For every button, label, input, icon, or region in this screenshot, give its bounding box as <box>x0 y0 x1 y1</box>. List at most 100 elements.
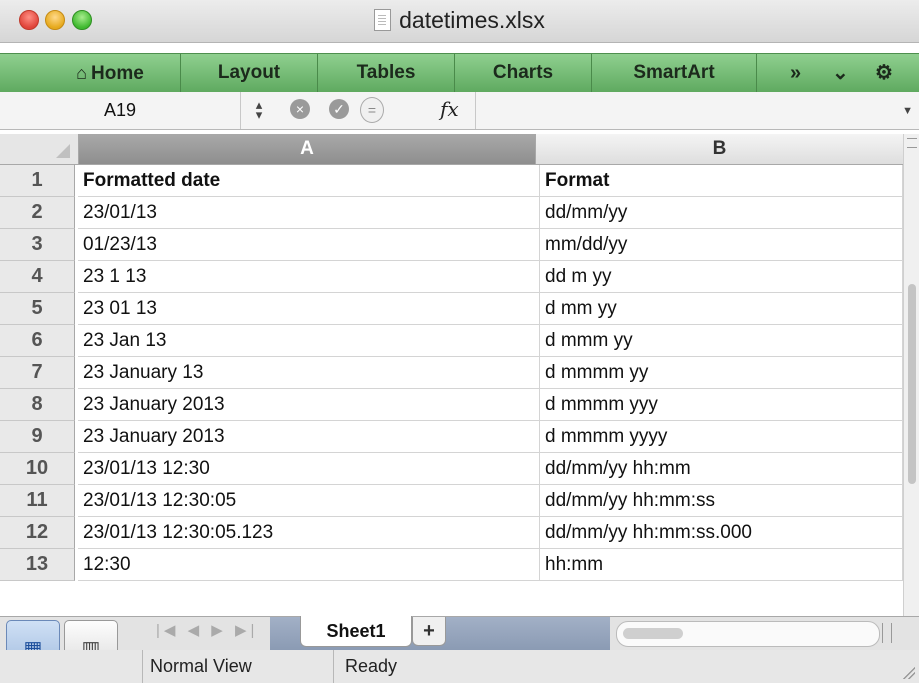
cell-b[interactable]: dd/mm/yy hh:mm:ss <box>540 485 903 517</box>
cell-a[interactable]: 23 Jan 13 <box>78 325 540 357</box>
cell-b[interactable]: d mmm yy <box>540 325 903 357</box>
cell-b[interactable]: dd/mm/yy <box>540 197 903 229</box>
ribbon-tabs: ⌂ Home Layout Tables Charts SmartArt » ⌄ … <box>0 53 919 93</box>
tab-charts-label: Charts <box>492 62 554 83</box>
cell-b[interactable]: dd/mm/yy hh:mm <box>540 453 903 485</box>
cell-b[interactable]: d mmmm yy <box>540 357 903 389</box>
more-tabs-icon: » <box>790 62 802 84</box>
row-header[interactable]: 8 <box>0 389 75 421</box>
table-row: 12 23/01/13 12:30:05.123 dd/mm/yy hh:mm:ss… <box>0 517 903 549</box>
cell-a[interactable]: 23 January 2013 <box>78 421 540 453</box>
tab-smartart[interactable]: SmartArt <box>592 54 757 92</box>
row-header[interactable]: 9 <box>0 421 75 453</box>
chevron-down-icon: ⌄ <box>832 62 849 84</box>
fx-icon[interactable]: fx <box>440 97 459 121</box>
column-header-a[interactable]: A <box>79 134 536 165</box>
status-view-mode: Normal View <box>150 656 252 676</box>
formula-input[interactable] <box>482 92 902 129</box>
split-handle-icon[interactable] <box>907 138 917 148</box>
cell-a[interactable]: 23/01/13 12:30:05 <box>78 485 540 517</box>
table-row: 9 23 January 2013 d mmmm yyyy <box>0 421 903 453</box>
window-title: datetimes.xlsx <box>0 7 919 34</box>
select-all-corner[interactable] <box>0 134 79 165</box>
tab-charts[interactable]: Charts <box>455 54 592 92</box>
row-header[interactable]: 10 <box>0 453 75 485</box>
row-header[interactable]: 4 <box>0 261 75 293</box>
cell-a[interactable]: 12:30 <box>78 549 540 581</box>
table-row: 5 23 01 13 d mm yy <box>0 293 903 325</box>
tab-home[interactable]: ⌂ Home <box>40 54 181 92</box>
cell-a[interactable]: 23/01/13 12:30 <box>78 453 540 485</box>
row-header[interactable]: 7 <box>0 357 75 389</box>
status-bar: Normal View Ready <box>0 650 919 683</box>
tab-tables[interactable]: Tables <box>318 54 455 92</box>
table-row: 1 Formatted date Format <box>0 165 903 197</box>
name-box[interactable]: A19 <box>0 92 241 129</box>
cell-b[interactable]: Format <box>540 165 903 197</box>
status-state: Ready <box>345 656 398 676</box>
table-row: 3 01/23/13 mm/dd/yy <box>0 229 903 261</box>
cell-b[interactable]: d mmmm yyy <box>540 389 903 421</box>
status-divider <box>333 650 334 683</box>
tab-smartart-label: SmartArt <box>633 62 715 83</box>
sheet-tab-sheet1[interactable]: Sheet1 <box>300 616 412 647</box>
table-row: 11 23/01/13 12:30:05 dd/mm/yy hh:mm:ss <box>0 485 903 517</box>
row-header[interactable]: 11 <box>0 485 75 517</box>
ribbon-settings-button[interactable]: ⚙ <box>875 54 893 92</box>
more-tabs-button[interactable]: » <box>790 54 801 92</box>
tab-tables-label: Tables <box>356 62 416 83</box>
cell-a[interactable]: 23/01/13 <box>78 197 540 229</box>
name-box-stepper-icon[interactable]: ▴ ▾ <box>252 98 266 121</box>
tab-home-label: Home <box>91 63 144 84</box>
collapse-ribbon-button[interactable]: ⌄ <box>832 54 849 92</box>
spreadsheet-grid: 1 Formatted date Format 2 23/01/13 dd/mm/yy 3 0… <box>0 165 903 616</box>
cell-b[interactable]: mm/dd/yy <box>540 229 903 261</box>
cell-b[interactable]: d mmmm yyyy <box>540 421 903 453</box>
row-header[interactable]: 3 <box>0 229 75 261</box>
cell-a[interactable]: 23 January 13 <box>78 357 540 389</box>
cell-b[interactable]: dd/mm/yy hh:mm:ss.000 <box>540 517 903 549</box>
cancel-entry-icon[interactable]: × <box>290 99 310 119</box>
formula-bar: A19 ▴ ▾ × ✓ = fx ▼ <box>0 92 919 130</box>
cell-a[interactable]: Formatted date <box>78 165 540 197</box>
formula-expand-icon[interactable]: ▼ <box>902 105 913 117</box>
formula-bar-divider <box>475 92 476 129</box>
cell-a[interactable]: 23 01 13 <box>78 293 540 325</box>
window-title-text: datetimes.xlsx <box>399 7 545 33</box>
tab-layout-label: Layout <box>217 62 281 83</box>
horizontal-scroll-thumb[interactable] <box>623 628 683 639</box>
cell-a[interactable]: 23 1 13 <box>78 261 540 293</box>
table-row: 6 23 Jan 13 d mmm yy <box>0 325 903 357</box>
cell-b[interactable]: d mm yy <box>540 293 903 325</box>
insert-function-dropdown-icon[interactable]: = <box>360 97 384 123</box>
cell-b[interactable]: dd m yy <box>540 261 903 293</box>
column-header-b[interactable]: B <box>536 134 904 165</box>
vertical-scrollbar[interactable] <box>903 134 919 616</box>
row-header[interactable]: 2 <box>0 197 75 229</box>
status-divider <box>142 650 143 683</box>
column-headers: A B <box>0 134 919 165</box>
table-row: 8 23 January 2013 d mmmm yyy <box>0 389 903 421</box>
table-row: 10 23/01/13 12:30 dd/mm/yy hh:mm <box>0 453 903 485</box>
row-header[interactable]: 12 <box>0 517 75 549</box>
table-row: 4 23 1 13 dd m yy <box>0 261 903 293</box>
vertical-scroll-thumb[interactable] <box>908 284 916 484</box>
row-header[interactable]: 5 <box>0 293 75 325</box>
cell-a[interactable]: 23/01/13 12:30:05.123 <box>78 517 540 549</box>
gear-icon: ⚙ <box>875 62 893 84</box>
sheet-navigation-arrows-icon[interactable]: |◀ ◀ ▶ ▶| <box>156 621 258 639</box>
add-sheet-button[interactable]: + <box>412 617 446 646</box>
row-header[interactable]: 1 <box>0 165 75 197</box>
cell-a[interactable]: 01/23/13 <box>78 229 540 261</box>
window-resize-grip-icon[interactable] <box>903 667 915 679</box>
table-row: 2 23/01/13 dd/mm/yy <box>0 197 903 229</box>
table-row: 13 12:30 hh:mm <box>0 549 903 581</box>
tab-layout[interactable]: Layout <box>181 54 318 92</box>
cell-a[interactable]: 23 January 2013 <box>78 389 540 421</box>
row-header[interactable]: 6 <box>0 325 75 357</box>
confirm-entry-icon[interactable]: ✓ <box>329 99 349 119</box>
cell-b[interactable]: hh:mm <box>540 549 903 581</box>
horizontal-split-handle-icon[interactable] <box>882 623 892 643</box>
row-header[interactable]: 13 <box>0 549 75 581</box>
horizontal-scrollbar[interactable] <box>616 621 880 647</box>
